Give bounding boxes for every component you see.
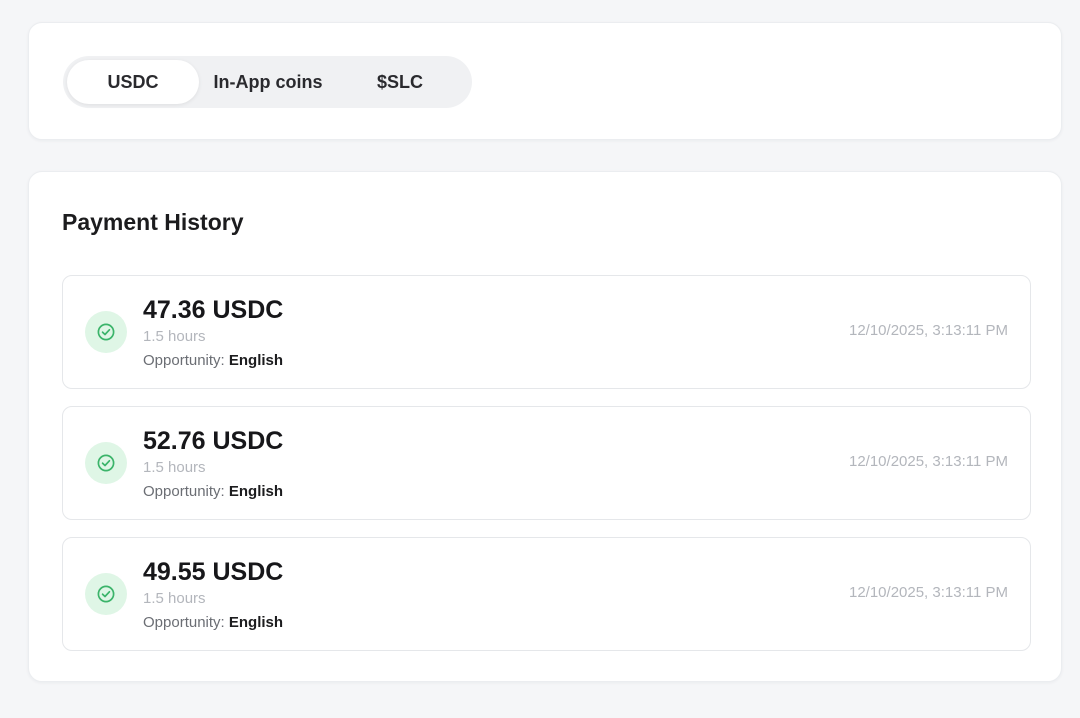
payment-duration: 1.5 hours: [143, 328, 206, 345]
payment-amount: 52.76 USDC: [143, 427, 284, 455]
payment-opportunity: Opportunity: English: [143, 483, 283, 500]
opportunity-label: Opportunity:: [143, 483, 225, 500]
opportunity-label: Opportunity:: [143, 352, 225, 369]
currency-tabs-card: USDC In-App coins $SLC: [28, 22, 1062, 140]
payment-list: 47.36 USDC 1.5 hours Opportunity: Englis…: [62, 275, 1031, 668]
tab-slc[interactable]: $SLC: [337, 60, 463, 104]
opportunity-value: English: [228, 614, 284, 631]
check-circle-icon: [85, 442, 127, 484]
payment-row[interactable]: 49.55 USDC 1.5 hours Opportunity: Englis…: [62, 537, 1031, 651]
payment-opportunity: Opportunity: English: [143, 614, 283, 631]
payment-history-card: Payment History 47.36 USDC 1.5 hours Opp…: [28, 171, 1062, 682]
payment-amount: 47.36 USDC: [143, 296, 284, 324]
payment-duration: 1.5 hours: [143, 590, 206, 607]
payment-timestamp: 12/10/2025, 3:13:11 PM: [848, 322, 1008, 339]
opportunity-value: English: [228, 352, 284, 369]
check-circle-icon: [85, 311, 127, 353]
payment-timestamp: 12/10/2025, 3:13:11 PM: [848, 453, 1008, 470]
currency-tab-bar: USDC In-App coins $SLC: [63, 56, 472, 108]
check-circle-icon: [85, 573, 127, 615]
payment-duration: 1.5 hours: [143, 459, 206, 476]
opportunity-label: Opportunity:: [143, 614, 225, 631]
payment-row[interactable]: 47.36 USDC 1.5 hours Opportunity: Englis…: [62, 275, 1031, 389]
tab-usdc[interactable]: USDC: [67, 60, 199, 104]
opportunity-value: English: [228, 483, 284, 500]
payment-opportunity: Opportunity: English: [143, 352, 283, 369]
payment-history-title: Payment History: [62, 209, 244, 235]
payment-timestamp: 12/10/2025, 3:13:11 PM: [848, 584, 1008, 601]
payment-amount: 49.55 USDC: [143, 558, 284, 586]
tab-in-app-coins[interactable]: In-App coins: [199, 60, 337, 104]
payment-row[interactable]: 52.76 USDC 1.5 hours Opportunity: Englis…: [62, 406, 1031, 520]
